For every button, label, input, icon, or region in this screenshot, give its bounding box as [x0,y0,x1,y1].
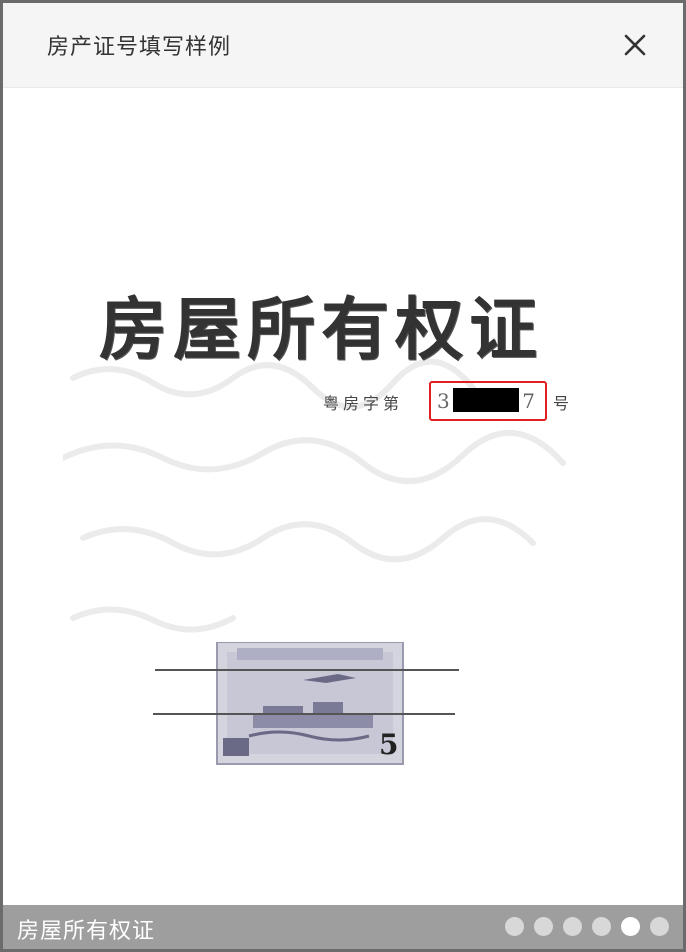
pagination-dot-1[interactable] [505,917,524,936]
modal-title: 房产证号填写样例 [47,35,232,60]
registration-number-end: 7 [522,389,535,413]
certificate-image: 房屋所有权证 粤房字第 3 7 号 5 [3,88,683,905]
pagination-dot-5-active[interactable] [621,917,640,936]
registration-number-highlight: 3 7 [429,381,547,421]
pagination-dot-2[interactable] [534,917,553,936]
certificate-title: 房屋所有权证 [99,290,544,370]
close-button[interactable] [617,27,653,63]
close-icon [624,34,646,56]
pagination-dot-6[interactable] [650,917,669,936]
modal-header: 房产证号填写样例 [3,3,683,88]
carousel-pagination [505,917,669,936]
redacted-digits [453,388,519,412]
svg-text:5: 5 [379,728,398,761]
caption-title: 房屋所有权证 [17,919,156,944]
modal-frame: 房产证号填写样例 房屋所有权证 粤房字第 3 7 号 5 房屋所有权证 [0,0,686,952]
carousel-caption-bar: 房屋所有权证 [3,905,683,949]
revenue-stamp: 5 [153,642,459,765]
pagination-dot-3[interactable] [563,917,582,936]
registration-prefix: 粤房字第 [323,394,404,413]
registration-suffix: 号 [553,394,570,413]
pagination-dot-4[interactable] [592,917,611,936]
registration-number-start: 3 [437,389,450,413]
